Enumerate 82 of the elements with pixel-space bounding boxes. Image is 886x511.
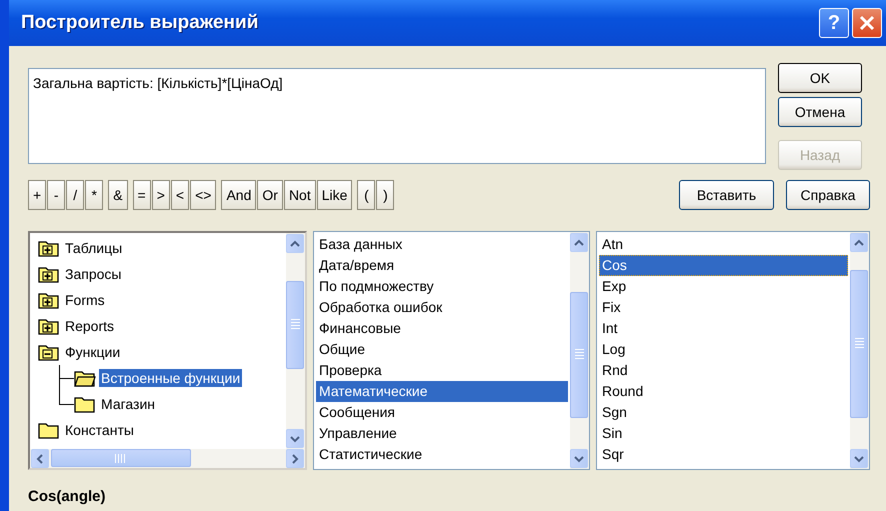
- scroll-down-button[interactable]: [570, 449, 588, 468]
- tree-item[interactable]: Константы: [63, 421, 136, 439]
- dialog-button[interactable]: Отмена: [778, 97, 862, 127]
- scroll-right-button[interactable]: [286, 449, 304, 468]
- folder-icon[interactable]: [74, 395, 96, 413]
- scroll-down-button[interactable]: [286, 429, 304, 448]
- list-item[interactable]: База данных: [316, 234, 568, 255]
- close-icon: [859, 15, 875, 31]
- list-item[interactable]: Обработка ошибок: [316, 297, 568, 318]
- tree-item[interactable]: Forms: [63, 291, 107, 309]
- tree-item[interactable]: Магазин: [99, 395, 158, 413]
- operator-button[interactable]: <>: [190, 180, 216, 210]
- dialog-button[interactable]: OK: [778, 63, 862, 93]
- operator-button[interactable]: -: [47, 180, 66, 210]
- list-item[interactable]: По подмножеству: [316, 276, 568, 297]
- grip-icon: [854, 338, 864, 350]
- operator-button[interactable]: Or: [257, 180, 283, 210]
- operator-button[interactable]: ): [376, 180, 394, 210]
- list-item[interactable]: Int: [599, 318, 848, 339]
- list-item[interactable]: Log: [599, 339, 848, 360]
- tree-item[interactable]: Таблицы: [63, 239, 124, 257]
- list-item[interactable]: Sqr: [599, 444, 848, 465]
- grip-icon: [290, 319, 300, 331]
- list-item[interactable]: Управление: [316, 423, 568, 444]
- tree-item[interactable]: Запросы: [63, 265, 124, 283]
- window-title: Построитель выражений: [21, 12, 260, 34]
- folder-minus-icon[interactable]: [38, 343, 60, 361]
- folder-plus-icon[interactable]: [38, 317, 60, 335]
- operator-button[interactable]: &: [108, 180, 128, 210]
- operator-button[interactable]: <: [170, 180, 190, 210]
- tree-item[interactable]: Встроенные функции: [99, 369, 242, 387]
- scroll-thumb[interactable]: [850, 270, 868, 418]
- list-item[interactable]: Дата/время: [316, 255, 568, 276]
- operator-button[interactable]: (: [357, 180, 376, 210]
- vertical-scrollbar[interactable]: [286, 233, 305, 449]
- list-item[interactable]: Проверка: [316, 360, 568, 381]
- scroll-down-button[interactable]: [850, 449, 868, 468]
- scroll-up-button[interactable]: [286, 234, 304, 253]
- scroll-up-button[interactable]: [850, 233, 868, 252]
- operator-button[interactable]: +: [28, 180, 46, 210]
- list-item[interactable]: Общие: [316, 339, 568, 360]
- grip-icon: [574, 349, 584, 361]
- operator-button[interactable]: /: [66, 180, 84, 210]
- scroll-thumb[interactable]: [286, 281, 304, 369]
- horizontal-scrollbar[interactable]: [30, 449, 305, 468]
- folder-plus-icon[interactable]: [38, 265, 60, 283]
- list-item[interactable]: Финансовые: [316, 318, 568, 339]
- scroll-up-button[interactable]: [570, 233, 588, 252]
- list-item[interactable]: Sin: [599, 423, 848, 444]
- close-button[interactable]: [852, 8, 882, 38]
- vertical-scrollbar[interactable]: [570, 232, 589, 469]
- folder-plus-icon[interactable]: [38, 239, 60, 257]
- list-item[interactable]: Atn: [599, 234, 848, 255]
- open-folder-icon[interactable]: [74, 369, 96, 387]
- folder-icon[interactable]: [38, 421, 60, 439]
- scroll-thumb[interactable]: [51, 449, 191, 467]
- tree-item[interactable]: Reports: [63, 317, 116, 335]
- operator-button[interactable]: And: [221, 180, 256, 210]
- list-item[interactable]: Fix: [599, 297, 848, 318]
- scroll-thumb[interactable]: [570, 292, 588, 418]
- action-button[interactable]: Справка: [786, 180, 870, 210]
- tree-item[interactable]: Функции: [63, 343, 122, 361]
- scroll-left-button[interactable]: [31, 449, 49, 468]
- function-syntax: Cos(angle): [28, 488, 107, 505]
- list-item[interactable]: Сообщения: [316, 402, 568, 423]
- folder-plus-icon[interactable]: [38, 291, 60, 309]
- expression-field[interactable]: Загальна вартість: [Кількість]*[ЦінаОд]: [28, 68, 766, 164]
- grip-icon: [115, 454, 127, 462]
- operator-button[interactable]: =: [132, 180, 151, 210]
- operator-button[interactable]: Not: [284, 180, 316, 210]
- operator-button[interactable]: >: [152, 180, 170, 210]
- vertical-scrollbar[interactable]: [850, 232, 869, 469]
- list-item[interactable]: Rnd: [599, 360, 848, 381]
- action-button[interactable]: Вставить: [679, 180, 774, 210]
- list-item[interactable]: Cos: [599, 255, 848, 276]
- list-item[interactable]: Sgn: [599, 402, 848, 423]
- operator-button[interactable]: *: [85, 180, 104, 210]
- list-item[interactable]: Exp: [599, 276, 848, 297]
- list-item[interactable]: Round: [599, 381, 848, 402]
- list-item[interactable]: Статистические: [316, 444, 568, 465]
- operator-button[interactable]: Like: [316, 180, 352, 210]
- list-item[interactable]: Математические: [316, 381, 568, 402]
